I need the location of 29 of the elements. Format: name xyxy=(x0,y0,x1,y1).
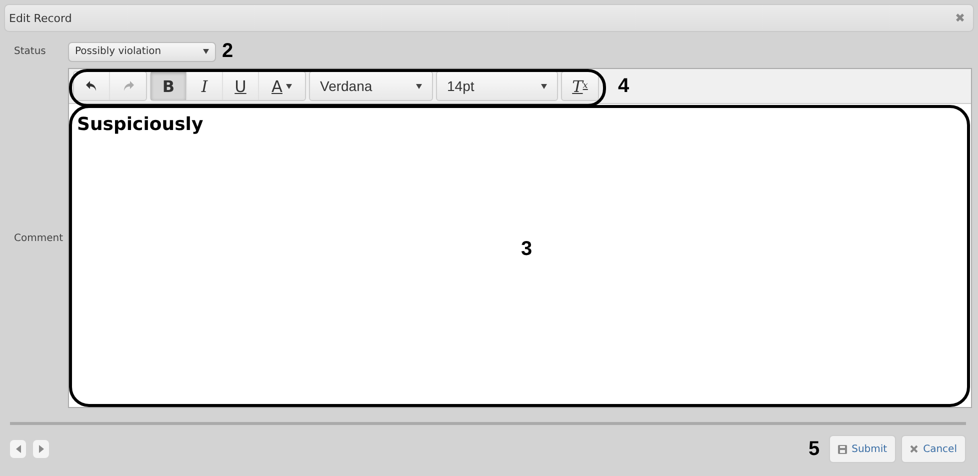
redo-icon xyxy=(121,79,135,93)
caret-icon xyxy=(416,84,422,88)
undo-icon xyxy=(84,79,98,93)
caret-icon xyxy=(541,84,547,88)
submit-button[interactable]: Submit xyxy=(828,435,896,463)
previous-button[interactable] xyxy=(10,440,26,458)
underline-button[interactable]: U xyxy=(223,72,259,100)
right-arrow-icon xyxy=(38,445,44,453)
bold-button[interactable]: B xyxy=(151,72,187,100)
comment-text: Suspiciously xyxy=(77,114,204,135)
font-dropdown[interactable]: Verdana xyxy=(310,72,432,100)
callout-number: 3 xyxy=(521,238,532,261)
caret-icon xyxy=(286,84,292,88)
status-dropdown[interactable]: Possibly violation xyxy=(68,42,216,62)
cancel-button[interactable]: Cancel xyxy=(901,435,966,463)
save-icon xyxy=(838,444,847,454)
window-title: Edit Record xyxy=(9,12,72,24)
caret-icon xyxy=(203,49,209,54)
text-color-button[interactable]: A xyxy=(259,72,305,100)
comment-label: Comment xyxy=(14,232,64,244)
close-icon xyxy=(910,445,918,453)
callout-number: 2 xyxy=(222,40,234,63)
italic-button[interactable]: I xyxy=(187,72,223,100)
status-label: Status xyxy=(14,46,47,57)
size-dropdown[interactable]: 14pt xyxy=(437,72,557,100)
callout-number: 5 xyxy=(808,438,820,460)
next-button[interactable] xyxy=(33,440,49,458)
left-arrow-icon xyxy=(16,445,20,453)
callout-number: 4 xyxy=(618,74,630,98)
